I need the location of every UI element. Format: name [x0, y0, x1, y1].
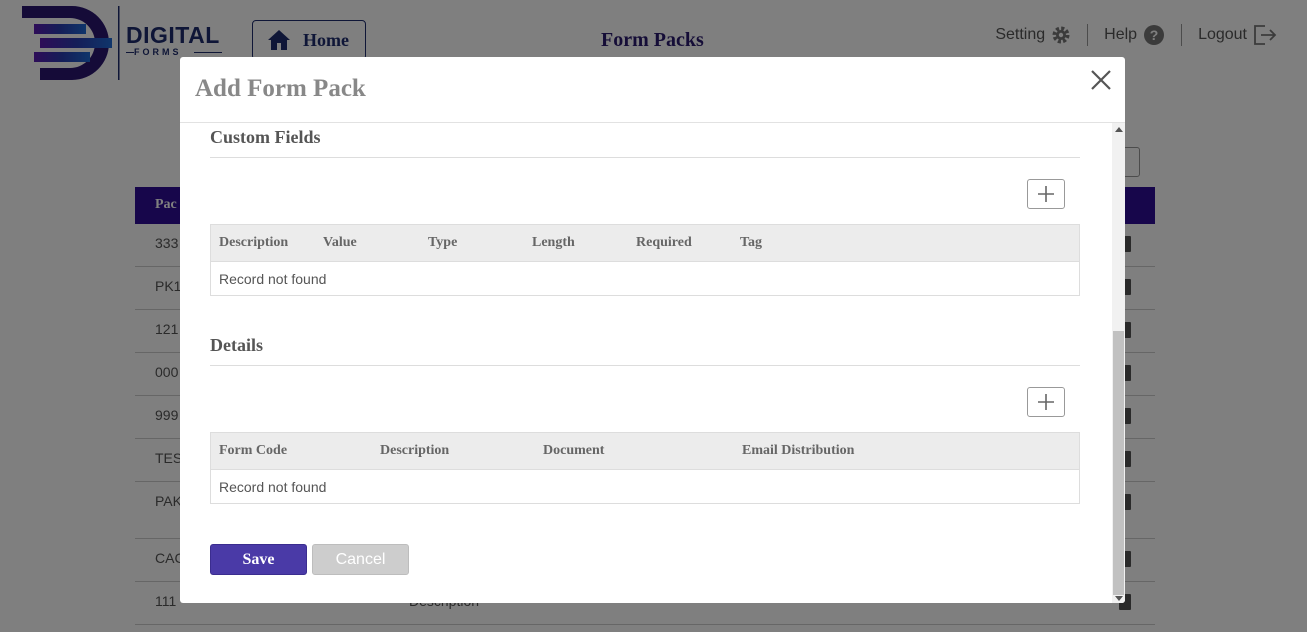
section-divider: [210, 157, 1080, 158]
scroll-up-arrow-icon[interactable]: [1115, 127, 1123, 132]
empty-message: Record not found: [219, 271, 327, 287]
save-button[interactable]: Save: [210, 544, 307, 575]
plus-icon: [1038, 186, 1054, 202]
details-title: Details: [210, 335, 263, 355]
dialog-scrollbar[interactable]: [1112, 123, 1125, 603]
dialog-header: Add Form Pack: [180, 57, 1125, 123]
details-table: Form Code Description Document Email Dis…: [210, 432, 1080, 504]
cancel-button[interactable]: Cancel: [312, 544, 409, 575]
column-header-tag[interactable]: Tag: [740, 235, 762, 251]
custom-fields-title: Custom Fields: [210, 127, 321, 147]
empty-row: Record not found: [211, 469, 1079, 503]
scroll-down-arrow-icon[interactable]: [1115, 596, 1123, 601]
column-header-length[interactable]: Length: [532, 235, 575, 251]
details-table-header: Form Code Description Document Email Dis…: [211, 433, 1079, 469]
dialog-body: Custom Fields Description Value Type Len…: [180, 123, 1112, 603]
column-header-form-code[interactable]: Form Code: [219, 443, 287, 459]
close-icon[interactable]: [1090, 69, 1112, 91]
column-header-document[interactable]: Document: [543, 443, 604, 459]
add-custom-field-button[interactable]: [1027, 179, 1065, 209]
column-header-description[interactable]: Description: [380, 443, 449, 459]
add-form-pack-dialog: Add Form Pack Custom Fields Description …: [180, 57, 1125, 603]
custom-fields-table: Description Value Type Length Required T…: [210, 224, 1080, 296]
scrollbar-thumb[interactable]: [1113, 331, 1124, 595]
custom-fields-table-header: Description Value Type Length Required T…: [211, 225, 1079, 261]
column-header-type[interactable]: Type: [428, 235, 457, 251]
section-divider: [210, 365, 1080, 366]
dialog-title: Add Form Pack: [195, 75, 366, 102]
empty-message: Record not found: [219, 479, 327, 495]
column-header-value[interactable]: Value: [323, 235, 357, 251]
column-header-description[interactable]: Description: [219, 235, 288, 251]
column-header-required[interactable]: Required: [636, 235, 692, 251]
empty-row: Record not found: [211, 261, 1079, 295]
add-detail-button[interactable]: [1027, 387, 1065, 417]
column-header-email-distribution[interactable]: Email Distribution: [742, 443, 854, 459]
plus-icon: [1038, 394, 1054, 410]
